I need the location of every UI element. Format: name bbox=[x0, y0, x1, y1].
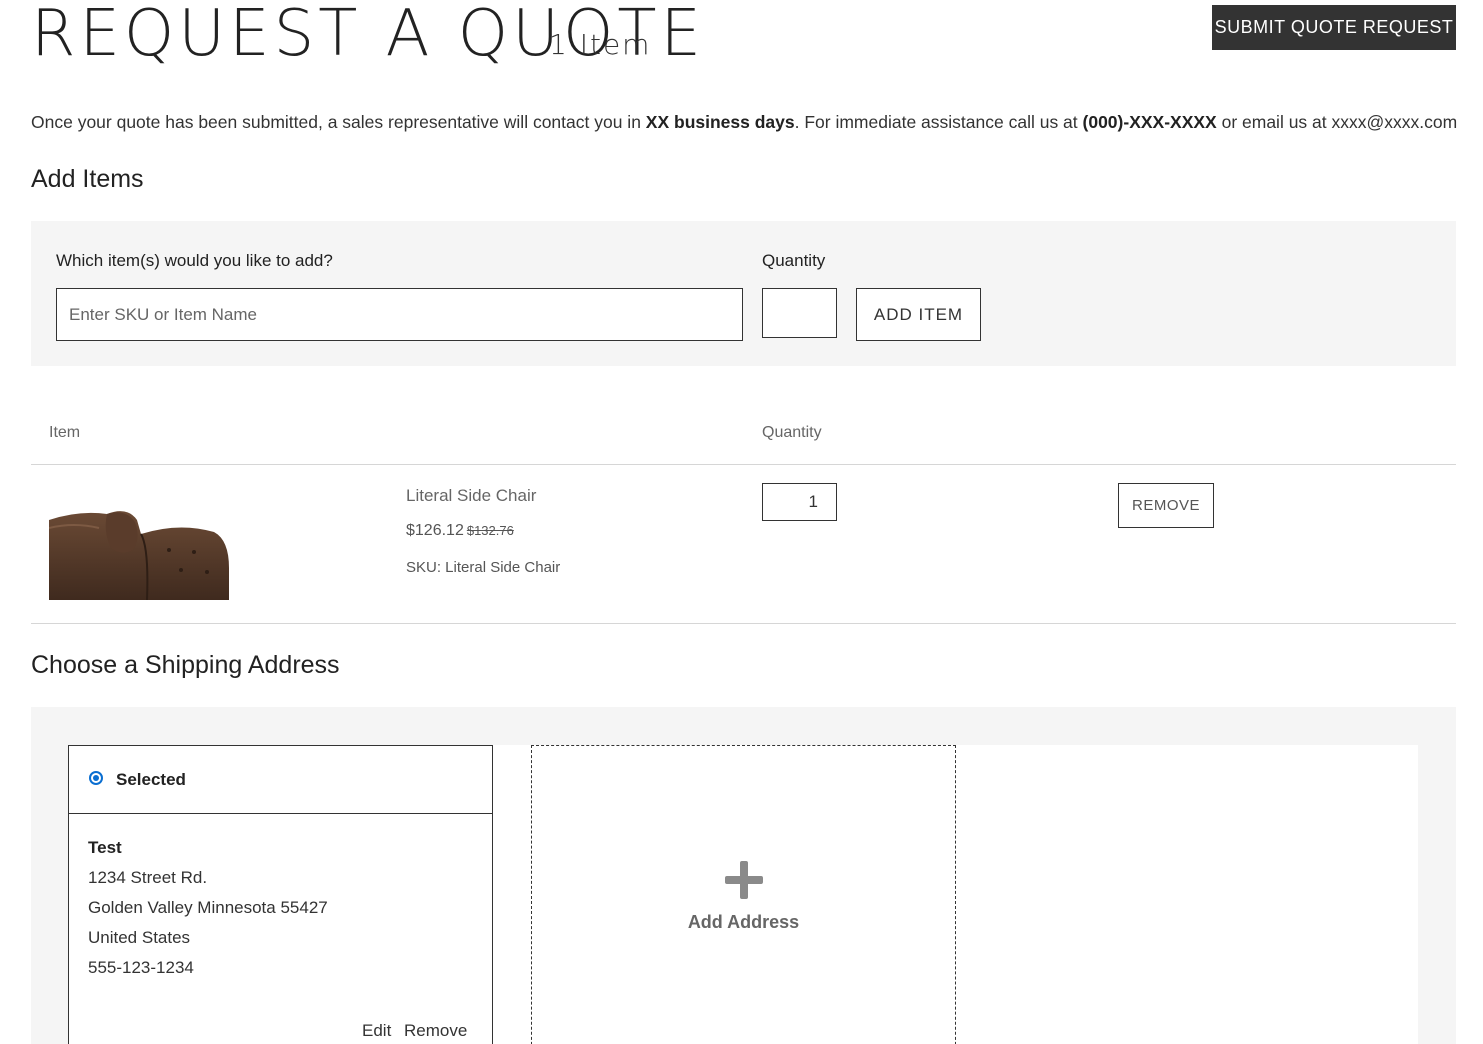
remove-item-button[interactable]: REMOVE bbox=[1118, 483, 1214, 528]
item-field-label: Which item(s) would you like to add? bbox=[56, 251, 333, 270]
address-radio[interactable] bbox=[89, 771, 103, 785]
add-items-title: Add Items bbox=[31, 165, 144, 193]
row-quantity-input[interactable] bbox=[762, 483, 837, 521]
add-items-panel: Which item(s) would you like to add? Qua… bbox=[31, 221, 1456, 366]
edit-address-link[interactable]: Edit bbox=[362, 1021, 391, 1041]
add-address-card[interactable]: Add Address bbox=[531, 745, 956, 1044]
shipping-title: Choose a Shipping Address bbox=[31, 651, 340, 679]
plus-icon bbox=[725, 861, 763, 899]
address-name: Test bbox=[88, 838, 122, 857]
product-name[interactable]: Literal Side Chair bbox=[406, 486, 536, 506]
product-image[interactable] bbox=[49, 488, 229, 600]
add-item-button[interactable]: ADD ITEM bbox=[856, 288, 981, 341]
table-bottom-divider bbox=[31, 623, 1456, 624]
original-price: $132.76 bbox=[466, 523, 514, 538]
selected-label: Selected bbox=[116, 770, 186, 789]
remove-address-link[interactable]: Remove bbox=[404, 1021, 467, 1041]
address-city: Golden Valley Minnesota 55427 bbox=[88, 898, 328, 917]
address-street: 1234 Street Rd. bbox=[88, 868, 208, 887]
table-divider bbox=[31, 464, 1456, 465]
product-sku: SKU: Literal Side Chair bbox=[406, 559, 561, 576]
phone-number: (000)-XXX-XXXX bbox=[1082, 112, 1217, 132]
add-quantity-input[interactable] bbox=[762, 288, 837, 338]
item-count: 1 Item bbox=[549, 28, 652, 61]
quantity-field-label: Quantity bbox=[762, 251, 826, 270]
address-card-header: Selected bbox=[69, 746, 492, 814]
sku-input[interactable] bbox=[56, 288, 743, 341]
address-phone: 555-123-1234 bbox=[88, 958, 194, 977]
submit-quote-button[interactable]: SUBMIT QUOTE REQUEST bbox=[1212, 5, 1456, 50]
add-address-label: Add Address bbox=[687, 912, 800, 932]
chair-image-icon bbox=[49, 511, 229, 600]
business-days: XX business days bbox=[645, 112, 795, 132]
address-country: United States bbox=[88, 928, 191, 947]
product-price: $126.12 $132.76 bbox=[406, 522, 514, 539]
column-header-quantity: Quantity bbox=[762, 424, 822, 441]
column-header-item: Item bbox=[49, 424, 81, 441]
intro-text: Once your quote has been submitted, a sa… bbox=[31, 112, 1458, 132]
address-card[interactable]: Selected Test 1234 Street Rd. Golden Val… bbox=[68, 745, 493, 1044]
